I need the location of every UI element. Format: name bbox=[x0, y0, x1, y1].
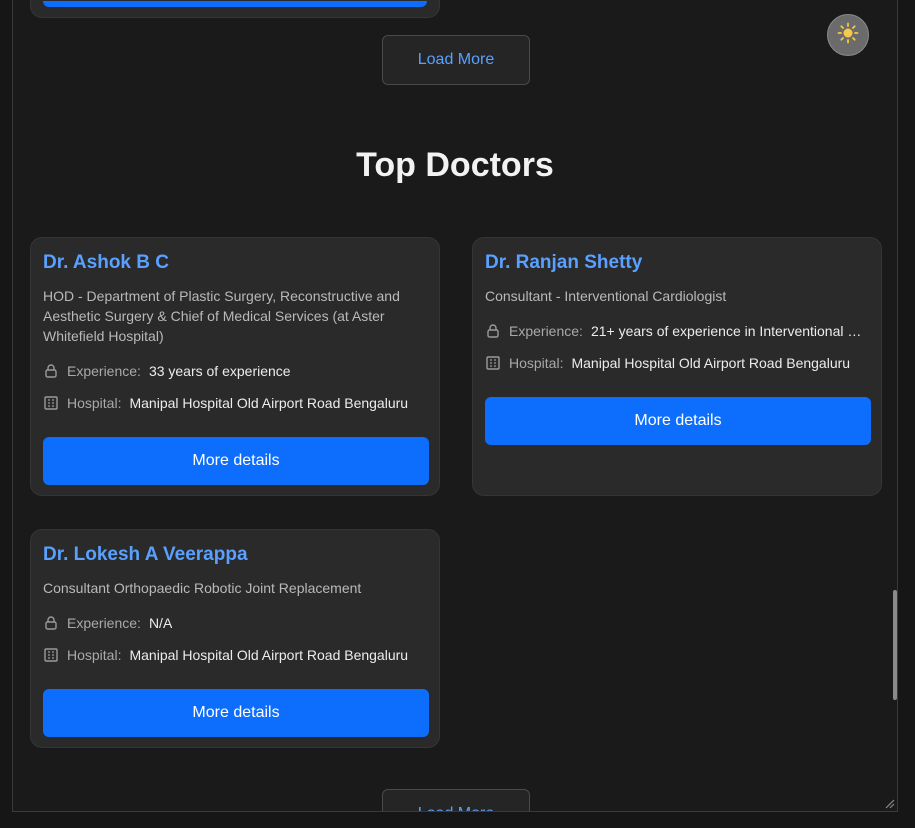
resize-grip-icon[interactable] bbox=[883, 796, 895, 809]
doctor-card: Dr. Ranjan Shetty Consultant - Intervent… bbox=[472, 237, 882, 496]
experience-value: N/A bbox=[148, 615, 173, 631]
previous-card bbox=[30, 0, 440, 18]
doctor-name[interactable]: Dr. Lokesh A Veerappa bbox=[43, 544, 248, 566]
hospital-label: Hospital: bbox=[67, 395, 122, 411]
load-more-button-bottom[interactable]: Load More bbox=[382, 789, 530, 811]
doctor-title: Consultant Orthopaedic Robotic Joint Rep… bbox=[43, 580, 362, 596]
experience-row: Experience: 33 years of experience bbox=[43, 361, 429, 381]
hospital-value: Manipal Hospital Old Airport Road Bengal… bbox=[571, 355, 851, 371]
building-icon bbox=[485, 355, 501, 371]
doctor-card: Dr. Ashok B C HOD - Department of Plasti… bbox=[30, 237, 440, 496]
hospital-label: Hospital: bbox=[509, 355, 564, 371]
hospital-value: Manipal Hospital Old Airport Road Bengal… bbox=[129, 395, 409, 411]
building-icon bbox=[43, 395, 59, 411]
section-title: Top Doctors bbox=[356, 146, 554, 184]
hospital-row: Hospital: Manipal Hospital Old Airport R… bbox=[43, 645, 429, 665]
experience-label: Experience: bbox=[67, 363, 141, 379]
experience-row: Experience: 21+ years of experience in I… bbox=[485, 321, 871, 341]
hospital-value: Manipal Hospital Old Airport Road Bengal… bbox=[129, 647, 409, 663]
doctor-name[interactable]: Dr. Ashok B C bbox=[43, 252, 169, 274]
load-more-button-top[interactable]: Load More bbox=[382, 35, 530, 85]
lock-icon bbox=[43, 615, 59, 631]
lock-icon bbox=[43, 363, 59, 379]
hospital-label: Hospital: bbox=[67, 647, 122, 663]
previous-card-button[interactable] bbox=[43, 1, 427, 7]
experience-value: 21+ years of experience in Interventiona… bbox=[590, 323, 871, 339]
lock-icon bbox=[485, 323, 501, 339]
more-details-button[interactable]: More details bbox=[43, 689, 429, 737]
experience-row: Experience: N/A bbox=[43, 613, 429, 633]
doctor-title: Consultant - Interventional Cardiologist bbox=[485, 288, 727, 304]
browser-viewport: Load More Top Doctors Dr. Ashok B C HOD … bbox=[0, 0, 915, 828]
hospital-row: Hospital: Manipal Hospital Old Airport R… bbox=[485, 353, 871, 373]
scrollbar-thumb[interactable] bbox=[893, 590, 897, 700]
doctor-title: HOD - Department of Plastic Surgery, Rec… bbox=[43, 288, 400, 344]
theme-toggle-button[interactable] bbox=[827, 14, 869, 56]
more-details-button[interactable]: More details bbox=[485, 397, 871, 445]
sun-icon bbox=[837, 22, 859, 49]
experience-label: Experience: bbox=[509, 323, 583, 339]
page-frame: Load More Top Doctors Dr. Ashok B C HOD … bbox=[12, 0, 898, 812]
building-icon bbox=[43, 647, 59, 663]
experience-value: 33 years of experience bbox=[148, 363, 291, 379]
experience-label: Experience: bbox=[67, 615, 141, 631]
hospital-row: Hospital: Manipal Hospital Old Airport R… bbox=[43, 393, 429, 413]
more-details-button[interactable]: More details bbox=[43, 437, 429, 485]
doctor-card: Dr. Lokesh A Veerappa Consultant Orthopa… bbox=[30, 529, 440, 748]
doctor-name[interactable]: Dr. Ranjan Shetty bbox=[485, 252, 642, 274]
